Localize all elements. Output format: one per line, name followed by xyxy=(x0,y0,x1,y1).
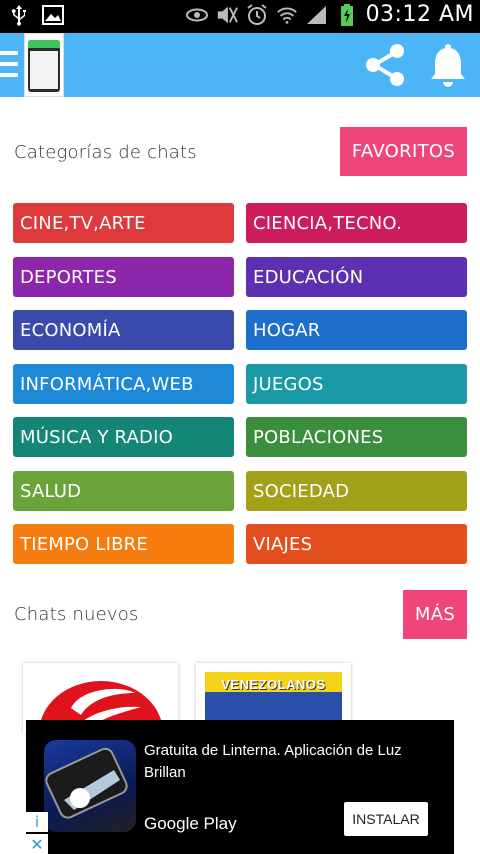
status-bar: 03:12 AM xyxy=(0,0,480,33)
category-button[interactable]: INFORMÁTICA,WEB xyxy=(13,364,234,404)
ad-text: Gratuita de Linterna. Aplicación de Luz … xyxy=(144,742,402,781)
venezuela-banner-text: VENEZOLANOS xyxy=(221,677,326,692)
category-button[interactable]: VIAJES xyxy=(246,524,467,564)
menu-icon[interactable] xyxy=(0,51,18,77)
signal-icon xyxy=(306,4,328,26)
category-button[interactable]: JUEGOS xyxy=(246,364,467,404)
categories-title: Categorías de chats xyxy=(14,142,197,163)
status-bar-left xyxy=(8,4,64,26)
category-button[interactable]: TIEMPO LIBRE xyxy=(13,524,234,564)
category-button[interactable]: MÚSICA Y RADIO xyxy=(13,417,234,457)
category-button[interactable]: DEPORTES xyxy=(13,257,234,297)
adchoices-info-icon[interactable]: i xyxy=(26,812,48,832)
category-button[interactable]: SALUD xyxy=(13,471,234,511)
google-play-label: Google Play xyxy=(144,814,237,833)
alarm-icon xyxy=(246,3,268,26)
eye-icon xyxy=(185,4,208,26)
status-time: 03:12 AM xyxy=(365,2,474,27)
install-button[interactable]: INSTALAR xyxy=(344,802,428,836)
category-button[interactable]: POBLACIONES xyxy=(246,417,467,457)
favorites-button[interactable]: FAVORITOS xyxy=(340,127,467,176)
app-logo[interactable] xyxy=(24,33,64,97)
flashlight-app-icon xyxy=(44,740,136,832)
more-button[interactable]: MÁS xyxy=(403,590,467,639)
share-icon[interactable] xyxy=(362,42,408,88)
category-button[interactable]: CIENCIA,TECNO. xyxy=(246,203,467,243)
new-chats-title: Chats nuevos xyxy=(14,604,139,625)
app-bar xyxy=(0,33,480,97)
category-button[interactable]: HOGAR xyxy=(246,310,467,350)
mute-icon xyxy=(216,4,238,26)
battery-charging-icon xyxy=(336,3,358,26)
category-button[interactable]: ECONOMÍA xyxy=(13,310,234,350)
ad-close-icon[interactable]: ✕ xyxy=(26,834,48,854)
image-icon xyxy=(42,4,64,26)
ad-banner[interactable]: Gratuita de Linterna. Aplicación de Luz … xyxy=(26,720,454,854)
category-button[interactable]: EDUCACIÓN xyxy=(246,257,467,297)
notifications-bell-icon[interactable] xyxy=(428,42,468,88)
category-button[interactable]: SOCIEDAD xyxy=(246,471,467,511)
category-button[interactable]: CINE,TV,ARTE xyxy=(13,203,234,243)
usb-icon xyxy=(8,4,30,26)
wifi-icon xyxy=(276,4,298,26)
status-bar-right: 03:12 AM xyxy=(185,2,474,27)
